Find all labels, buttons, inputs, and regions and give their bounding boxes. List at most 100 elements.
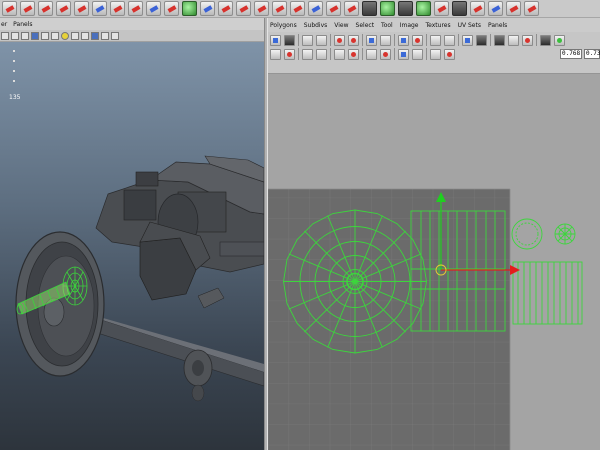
move-sew-icon[interactable] [270, 48, 281, 60]
smooth-shade-icon[interactable] [51, 31, 59, 40]
viewport-menu-bar: er Panels [0, 18, 264, 30]
texture-toggle-icon[interactable] [71, 31, 79, 40]
3d-viewport[interactable]: 135 [0, 42, 264, 450]
wireframe-icon[interactable] [41, 31, 49, 40]
menu-panels[interactable]: Panels [13, 21, 32, 28]
move-uv-icon[interactable] [284, 34, 295, 46]
red-channel-icon[interactable] [522, 34, 533, 46]
toolbar-separator [536, 34, 537, 46]
image-icon[interactable] [398, 48, 409, 60]
layer-icon[interactable] [308, 1, 323, 16]
combine-icon[interactable] [110, 1, 125, 16]
bevel-icon[interactable] [236, 1, 251, 16]
separate-icon[interactable] [128, 1, 143, 16]
light-icon[interactable] [61, 31, 69, 40]
attributes-icon[interactable] [11, 31, 19, 40]
menu-uv-sets[interactable]: UV Sets [458, 22, 481, 29]
torus-icon[interactable] [92, 1, 107, 16]
mirror-icon[interactable] [344, 1, 359, 16]
sew-icon[interactable] [284, 48, 295, 60]
extract-icon[interactable] [146, 1, 161, 16]
display-image-icon[interactable] [540, 34, 551, 46]
uv-toolbar-row-1 [270, 33, 565, 47]
grid-snap-icon[interactable] [380, 34, 391, 46]
scale-uv-icon[interactable] [302, 48, 313, 60]
flip-v-icon[interactable] [316, 34, 327, 46]
relax-uv-icon[interactable] [430, 48, 441, 60]
isolate-icon[interactable] [462, 34, 473, 46]
flip-u-icon[interactable] [302, 34, 313, 46]
menu-image[interactable]: Image [400, 22, 419, 29]
paint-icon[interactable] [326, 1, 341, 16]
menu-panels[interactable]: Panels [488, 22, 507, 29]
uv-lattice-icon[interactable] [554, 34, 565, 46]
uv-toolbar: 0.768 0.735 [268, 32, 600, 74]
uv-u-field[interactable]: 0.768 [560, 49, 582, 59]
sew-uv-icon[interactable] [416, 1, 431, 16]
snapshot-icon[interactable] [524, 1, 539, 16]
shadow-icon[interactable] [81, 31, 89, 40]
extrude-icon[interactable] [218, 1, 233, 16]
uv-canvas[interactable] [268, 74, 600, 450]
align-max-u-icon[interactable] [380, 48, 391, 60]
menu-subdivs[interactable]: Subdivs [304, 22, 328, 29]
uv-project-icon[interactable] [380, 1, 395, 16]
layout-icon[interactable] [398, 34, 409, 46]
relax-icon[interactable] [452, 1, 467, 16]
checker-icon[interactable] [494, 34, 505, 46]
menu-select[interactable]: Select [356, 22, 375, 29]
normalize-uv-icon[interactable] [488, 1, 503, 16]
sculpt-icon[interactable] [362, 1, 377, 16]
append-icon[interactable] [182, 1, 197, 16]
straighten-uv-icon[interactable] [316, 48, 327, 60]
rotate-ccw-uv-icon[interactable] [348, 34, 359, 46]
rotate-uv-icon[interactable] [334, 34, 345, 46]
menu-renderer[interactable]: er [1, 21, 7, 28]
bridge-icon[interactable] [164, 1, 179, 16]
shaded-uv-icon[interactable] [444, 34, 455, 46]
menu-textures[interactable]: Textures [426, 22, 451, 29]
resolution-gate-icon[interactable] [111, 31, 119, 40]
grid-toggle-icon[interactable] [31, 31, 39, 40]
uv-v-field[interactable]: 0.735 [584, 49, 600, 59]
select-uv-icon[interactable] [270, 34, 281, 46]
split-icon[interactable] [200, 1, 215, 16]
toolbar-separator [394, 34, 395, 46]
toolbar-separator [362, 34, 363, 46]
bookmark-icon[interactable] [21, 31, 29, 40]
image-range-icon[interactable] [508, 34, 519, 46]
plane-icon[interactable] [74, 1, 89, 16]
menu-tool[interactable]: Tool [381, 22, 393, 29]
cut-uv-icon[interactable] [398, 1, 413, 16]
cone-icon[interactable] [56, 1, 71, 16]
texture-icon[interactable] [430, 34, 441, 46]
smudge-uv-icon[interactable] [444, 48, 455, 60]
toolbar-separator [490, 34, 491, 46]
merge-uv-icon[interactable] [334, 48, 345, 60]
cylinder-icon[interactable] [38, 1, 53, 16]
merge-icon[interactable] [254, 1, 269, 16]
menu-polygons[interactable]: Polygons [270, 22, 297, 29]
toolbar-separator [298, 34, 299, 46]
layout-uv-icon[interactable] [470, 1, 485, 16]
cut-icon[interactable] [366, 34, 377, 46]
split-uv-icon[interactable] [348, 48, 359, 60]
pixel-snap-icon[interactable] [412, 48, 423, 60]
align-min-u-icon[interactable] [412, 34, 423, 46]
align-uv-icon[interactable] [506, 1, 521, 16]
cube-icon[interactable] [20, 1, 35, 16]
unfold-icon[interactable] [434, 1, 449, 16]
sphere-icon[interactable] [2, 1, 17, 16]
toolbar-separator [458, 34, 459, 46]
3d-model-view [15, 155, 264, 402]
grid-icon[interactable] [366, 48, 377, 60]
toolbar-separator [426, 34, 427, 46]
menu-view[interactable]: View [334, 22, 348, 29]
isolate-select-icon[interactable] [91, 31, 99, 40]
unfold-icon[interactable] [476, 34, 487, 46]
reduce-icon[interactable] [290, 1, 305, 16]
camera-icon[interactable] [1, 31, 9, 40]
toolbar-separator [330, 48, 331, 60]
xray-icon[interactable] [101, 31, 109, 40]
smooth-icon[interactable] [272, 1, 287, 16]
